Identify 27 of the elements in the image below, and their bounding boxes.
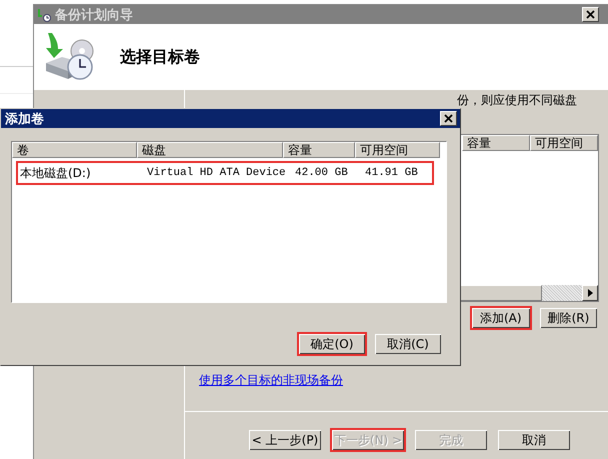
ok-button[interactable]: 确定(O) [297, 332, 367, 356]
table-cell-text: Virtual HD ATA Device [146, 167, 287, 179]
add-button[interactable]: 添加(A) [470, 306, 532, 330]
remove-button[interactable]: 删除(R) [538, 306, 600, 330]
column-header[interactable]: 卷 [12, 142, 137, 158]
column-header[interactable]: 可用空间 [530, 135, 598, 151]
wizard-button[interactable]: < 上一步(P) [247, 428, 323, 452]
table-cell-text: 42.00 GB [294, 167, 349, 179]
close-button[interactable] [440, 111, 457, 126]
table-cell-text: 本地磁盘(D:) [19, 164, 92, 182]
close-icon [586, 10, 595, 19]
backup-icon [37, 8, 51, 22]
column-header[interactable]: 磁盘 [137, 142, 283, 158]
window-title: 备份计划向导 [55, 6, 134, 24]
column-header[interactable]: 容量 [462, 135, 530, 151]
cancel-button[interactable]: 取消(C) [373, 332, 443, 356]
offsite-link[interactable]: 使用多个目标的非现场备份 [199, 373, 343, 387]
column-header[interactable]: 容量 [283, 142, 355, 158]
close-icon [444, 114, 453, 123]
wizard-button[interactable]: 取消 [496, 428, 572, 452]
column-header[interactable]: 可用空间 [355, 142, 440, 158]
dialog-title: 添加卷 [5, 110, 45, 128]
right-arrow-icon [588, 289, 592, 297]
description-text: 份，则应使用不同磁盘 [457, 93, 578, 107]
table-cell-text: 41.91 GB [364, 167, 419, 179]
volume-row[interactable]: 本地磁盘(D:) Virtual HD ATA Device 42.00 GB 41.91 GB [16, 161, 434, 185]
page-heading: 选择目标卷 [120, 46, 200, 68]
